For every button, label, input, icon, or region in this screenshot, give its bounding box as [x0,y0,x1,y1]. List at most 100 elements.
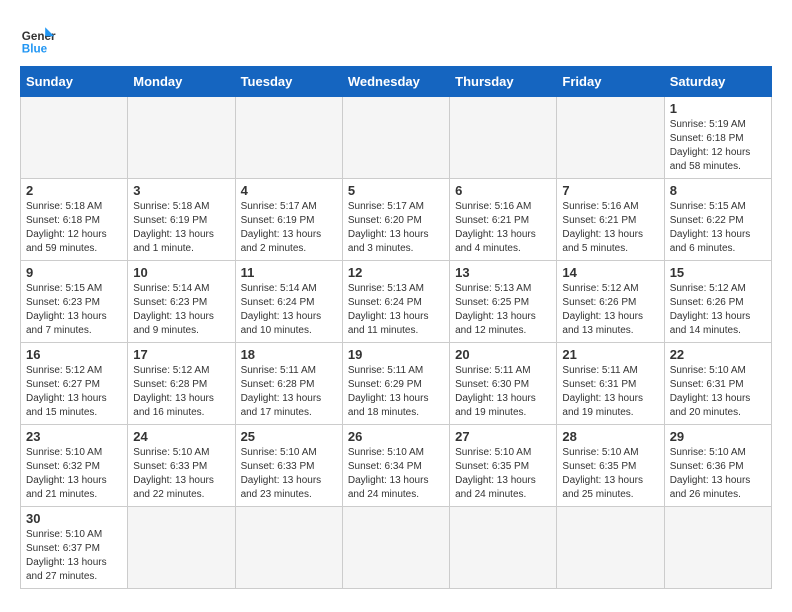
day-number: 22 [670,347,766,362]
calendar-cell: 3 Sunrise: 5:18 AM Sunset: 6:19 PM Daylig… [128,179,235,261]
day-number: 1 [670,101,766,116]
day-info: Sunrise: 5:10 AM Sunset: 6:35 PM Dayligh… [455,446,551,502]
day-info: Sunrise: 5:13 AM Sunset: 6:25 PM Dayligh… [455,282,551,338]
day-info: Sunrise: 5:10 AM Sunset: 6:32 PM Dayligh… [26,446,122,502]
calendar-cell: 20 Sunrise: 5:11 AM Sunset: 6:30 PM Dayli… [450,343,557,425]
calendar-cell: 7 Sunrise: 5:16 AM Sunset: 6:21 PM Daylig… [557,179,664,261]
page-header: General Blue [20,20,772,56]
day-number: 11 [241,265,337,280]
day-number: 29 [670,429,766,444]
calendar-cell [21,97,128,179]
day-header-saturday: Saturday [664,67,771,97]
week-row-3: 9 Sunrise: 5:15 AM Sunset: 6:23 PM Daylig… [21,261,772,343]
calendar-cell [450,507,557,589]
calendar-cell: 30Sunrise: 5:10 AM Sunset: 6:37 PM Dayli… [21,507,128,589]
calendar-cell: 28 Sunrise: 5:10 AM Sunset: 6:35 PM Dayli… [557,425,664,507]
day-number: 15 [670,265,766,280]
calendar-cell: 4 Sunrise: 5:17 AM Sunset: 6:19 PM Daylig… [235,179,342,261]
calendar-cell: 12 Sunrise: 5:13 AM Sunset: 6:24 PM Dayli… [342,261,449,343]
calendar-cell: 2 Sunrise: 5:18 AM Sunset: 6:18 PM Daylig… [21,179,128,261]
day-info: Sunrise: 5:18 AM Sunset: 6:19 PM Dayligh… [133,200,229,256]
day-info: Sunrise: 5:10 AM Sunset: 6:34 PM Dayligh… [348,446,444,502]
day-number: 23 [26,429,122,444]
day-info: Sunrise: 5:16 AM Sunset: 6:21 PM Dayligh… [562,200,658,256]
day-info: Sunrise: 5:10 AM Sunset: 6:36 PM Dayligh… [670,446,766,502]
calendar-cell [235,97,342,179]
day-number: 3 [133,183,229,198]
day-number: 26 [348,429,444,444]
day-number: 17 [133,347,229,362]
day-info: Sunrise: 5:10 AM Sunset: 6:33 PM Dayligh… [133,446,229,502]
day-number: 20 [455,347,551,362]
day-info: Sunrise: 5:14 AM Sunset: 6:24 PM Dayligh… [241,282,337,338]
day-info: Sunrise: 5:12 AM Sunset: 6:26 PM Dayligh… [562,282,658,338]
day-header-friday: Friday [557,67,664,97]
calendar-cell: 13Sunrise: 5:13 AM Sunset: 6:25 PM Dayli… [450,261,557,343]
day-header-wednesday: Wednesday [342,67,449,97]
day-info: Sunrise: 5:12 AM Sunset: 6:27 PM Dayligh… [26,364,122,420]
calendar-cell [128,507,235,589]
calendar-cell: 15 Sunrise: 5:12 AM Sunset: 6:26 PM Dayli… [664,261,771,343]
week-row-5: 23 Sunrise: 5:10 AM Sunset: 6:32 PM Dayli… [21,425,772,507]
calendar-cell: 26 Sunrise: 5:10 AM Sunset: 6:34 PM Dayli… [342,425,449,507]
logo: General Blue [20,20,56,56]
day-number: 2 [26,183,122,198]
day-number: 12 [348,265,444,280]
calendar-cell: 5 Sunrise: 5:17 AM Sunset: 6:20 PM Daylig… [342,179,449,261]
calendar-cell: 1Sunrise: 5:19 AM Sunset: 6:18 PM Daylig… [664,97,771,179]
calendar-cell: 21Sunrise: 5:11 AM Sunset: 6:31 PM Dayli… [557,343,664,425]
day-number: 10 [133,265,229,280]
day-header-thursday: Thursday [450,67,557,97]
calendar-cell: 25Sunrise: 5:10 AM Sunset: 6:33 PM Dayli… [235,425,342,507]
calendar-cell: 24 Sunrise: 5:10 AM Sunset: 6:33 PM Dayli… [128,425,235,507]
day-number: 5 [348,183,444,198]
calendar-cell [450,97,557,179]
week-row-1: 1Sunrise: 5:19 AM Sunset: 6:18 PM Daylig… [21,97,772,179]
day-info: Sunrise: 5:15 AM Sunset: 6:22 PM Dayligh… [670,200,766,256]
calendar-cell [235,507,342,589]
day-info: Sunrise: 5:11 AM Sunset: 6:29 PM Dayligh… [348,364,444,420]
calendar-header-row: SundayMondayTuesdayWednesdayThursdayFrid… [21,67,772,97]
day-info: Sunrise: 5:18 AM Sunset: 6:18 PM Dayligh… [26,200,122,256]
day-info: Sunrise: 5:15 AM Sunset: 6:23 PM Dayligh… [26,282,122,338]
svg-text:Blue: Blue [22,42,48,55]
day-info: Sunrise: 5:10 AM Sunset: 6:35 PM Dayligh… [562,446,658,502]
calendar-cell: 22 Sunrise: 5:10 AM Sunset: 6:31 PM Dayli… [664,343,771,425]
calendar-cell [557,507,664,589]
day-header-sunday: Sunday [21,67,128,97]
day-info: Sunrise: 5:11 AM Sunset: 6:28 PM Dayligh… [241,364,337,420]
day-number: 30 [26,511,122,526]
day-info: Sunrise: 5:12 AM Sunset: 6:26 PM Dayligh… [670,282,766,338]
calendar-cell: 18Sunrise: 5:11 AM Sunset: 6:28 PM Dayli… [235,343,342,425]
day-number: 19 [348,347,444,362]
calendar-cell: 10 Sunrise: 5:14 AM Sunset: 6:23 PM Dayli… [128,261,235,343]
day-number: 4 [241,183,337,198]
day-info: Sunrise: 5:17 AM Sunset: 6:19 PM Dayligh… [241,200,337,256]
day-header-tuesday: Tuesday [235,67,342,97]
day-info: Sunrise: 5:10 AM Sunset: 6:33 PM Dayligh… [241,446,337,502]
calendar: SundayMondayTuesdayWednesdayThursdayFrid… [20,66,772,589]
calendar-cell: 19 Sunrise: 5:11 AM Sunset: 6:29 PM Dayli… [342,343,449,425]
calendar-cell: 6 Sunrise: 5:16 AM Sunset: 6:21 PM Daylig… [450,179,557,261]
day-info: Sunrise: 5:14 AM Sunset: 6:23 PM Dayligh… [133,282,229,338]
day-number: 6 [455,183,551,198]
day-info: Sunrise: 5:16 AM Sunset: 6:21 PM Dayligh… [455,200,551,256]
calendar-cell [128,97,235,179]
day-number: 16 [26,347,122,362]
calendar-cell: 11 Sunrise: 5:14 AM Sunset: 6:24 PM Dayli… [235,261,342,343]
calendar-cell: 23 Sunrise: 5:10 AM Sunset: 6:32 PM Dayli… [21,425,128,507]
day-number: 8 [670,183,766,198]
day-info: Sunrise: 5:11 AM Sunset: 6:30 PM Dayligh… [455,364,551,420]
day-info: Sunrise: 5:13 AM Sunset: 6:24 PM Dayligh… [348,282,444,338]
day-number: 7 [562,183,658,198]
day-info: Sunrise: 5:17 AM Sunset: 6:20 PM Dayligh… [348,200,444,256]
day-number: 24 [133,429,229,444]
logo-icon: General Blue [20,20,56,56]
week-row-6: 30Sunrise: 5:10 AM Sunset: 6:37 PM Dayli… [21,507,772,589]
calendar-cell [664,507,771,589]
day-info: Sunrise: 5:10 AM Sunset: 6:31 PM Dayligh… [670,364,766,420]
day-number: 28 [562,429,658,444]
day-number: 9 [26,265,122,280]
day-info: Sunrise: 5:12 AM Sunset: 6:28 PM Dayligh… [133,364,229,420]
week-row-4: 16 Sunrise: 5:12 AM Sunset: 6:27 PM Dayli… [21,343,772,425]
